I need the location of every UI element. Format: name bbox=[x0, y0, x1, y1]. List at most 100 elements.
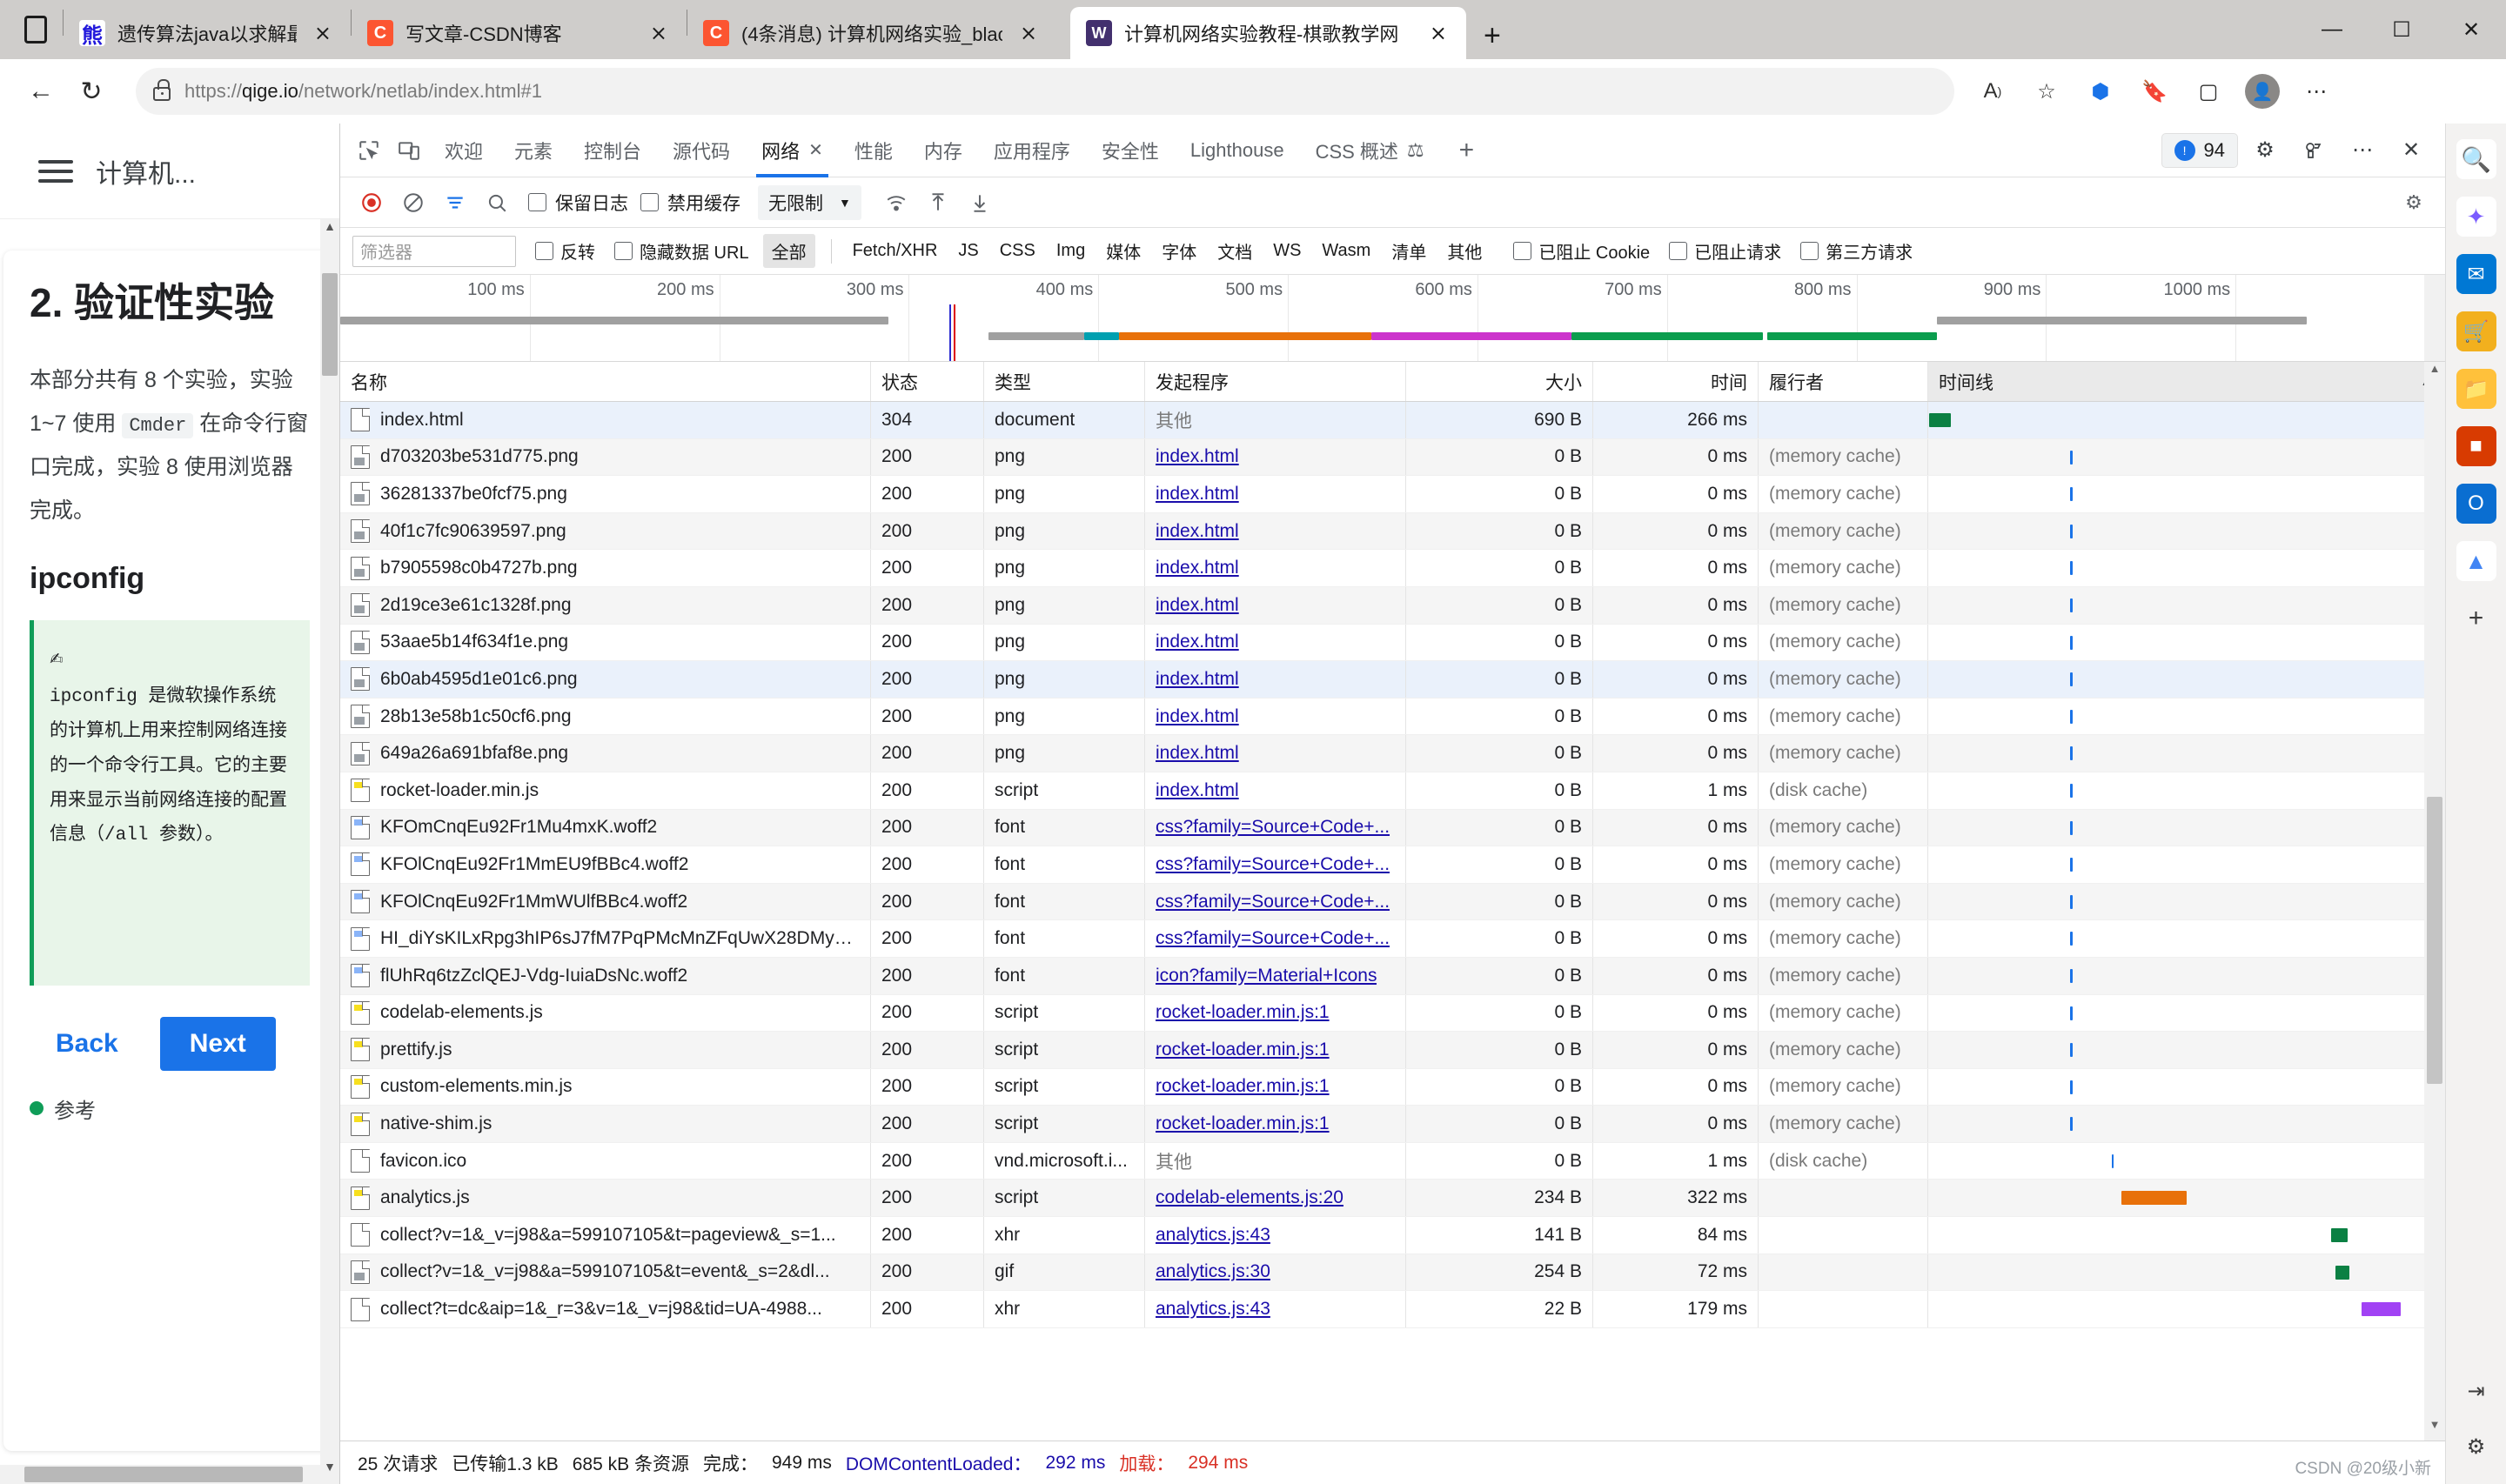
table-vertical-scrollbar[interactable]: ▲ ▼ bbox=[2424, 362, 2445, 1441]
favorites-icon[interactable]: 🔖 bbox=[2130, 67, 2179, 116]
throttle-select[interactable]: 无限制 ▼ bbox=[758, 185, 861, 220]
table-row[interactable]: 649a26a691bfaf8e.png200pngindex.html0 B0… bbox=[340, 735, 2445, 772]
browser-tab-2[interactable]: C 写文章-CSDN博客 × bbox=[352, 7, 687, 59]
window-close-button[interactable]: ✕ bbox=[2436, 0, 2506, 59]
table-row[interactable]: codelab-elements.js200scriptrocket-loade… bbox=[340, 995, 2445, 1033]
page-horizontal-scrollbar[interactable] bbox=[0, 1465, 320, 1484]
table-row[interactable]: collect?v=1&_v=j98&a=599107105&t=event&_… bbox=[340, 1254, 2445, 1292]
url-input[interactable]: https://qige.io/network/netlab/index.htm… bbox=[136, 68, 1954, 115]
tab-css-overview[interactable]: CSS 概述 ⚖ bbox=[1300, 124, 1440, 177]
network-settings-icon[interactable]: ⚙ bbox=[2395, 184, 2433, 222]
tab-application[interactable]: 应用程序 bbox=[978, 124, 1086, 177]
tab-network[interactable]: 网络 ✕ bbox=[746, 124, 839, 177]
table-row[interactable]: 2d19ce3e61c1328f.png200pngindex.html0 B0… bbox=[340, 587, 2445, 625]
invert-checkbox-box[interactable] bbox=[535, 242, 553, 260]
office-icon[interactable]: ■ bbox=[2456, 426, 2496, 466]
page-vertical-scrollbar[interactable]: ▲ ▼ bbox=[320, 219, 339, 1484]
more-panels-button[interactable]: + bbox=[1440, 136, 1494, 165]
tab-sources[interactable]: 源代码 bbox=[657, 124, 746, 177]
table-row[interactable]: collect?t=dc&aip=1&_r=3&v=1&_v=j98&tid=U… bbox=[340, 1291, 2445, 1328]
device-toolbar-icon[interactable] bbox=[389, 130, 429, 170]
table-row[interactable]: flUhRq6tzZclQEJ-Vdg-IuiaDsNc.woff2200fon… bbox=[340, 958, 2445, 995]
network-conditions-icon[interactable] bbox=[877, 184, 915, 222]
settings-gear-icon[interactable]: ⚙ bbox=[2456, 1427, 2496, 1467]
type-filter-font[interactable]: 字体 bbox=[1153, 234, 1205, 268]
type-filter-ws[interactable]: WS bbox=[1264, 237, 1310, 265]
filter-button[interactable] bbox=[436, 184, 474, 222]
record-button[interactable] bbox=[352, 184, 391, 222]
search-button[interactable] bbox=[478, 184, 516, 222]
browser-tab-1-close-icon[interactable]: × bbox=[309, 19, 337, 47]
initiator-link[interactable]: css?family=Source+Code+... bbox=[1156, 892, 1390, 912]
customize-devtools-icon[interactable] bbox=[2292, 129, 2335, 172]
initiator-link[interactable]: index.html bbox=[1156, 780, 1239, 801]
menu-icon[interactable] bbox=[38, 154, 73, 189]
page-hscroll-thumb[interactable] bbox=[24, 1467, 303, 1482]
type-filter-css[interactable]: CSS bbox=[991, 237, 1044, 265]
initiator-link[interactable]: analytics.js:43 bbox=[1156, 1299, 1270, 1320]
minimize-button[interactable]: — bbox=[2297, 0, 2367, 59]
third-party-checkbox-box[interactable] bbox=[1800, 242, 1819, 260]
column-header-name[interactable]: 名称 bbox=[340, 362, 871, 401]
table-row[interactable]: 53aae5b14f634f1e.png200pngindex.html0 B0… bbox=[340, 625, 2445, 662]
issues-badge[interactable]: ! 94 bbox=[2161, 133, 2238, 168]
table-row[interactable]: KFOlCnqEu92Fr1MmEU9fBBc4.woff2200fontcss… bbox=[340, 846, 2445, 884]
hide-data-urls-checkbox-box[interactable] bbox=[614, 242, 633, 260]
import-har-icon[interactable] bbox=[919, 184, 957, 222]
inspect-element-icon[interactable] bbox=[349, 130, 389, 170]
copilot-icon[interactable]: ✦ bbox=[2456, 197, 2496, 237]
table-row[interactable]: index.html304document其他690 B266 ms bbox=[340, 402, 2445, 439]
initiator-link[interactable]: index.html bbox=[1156, 706, 1239, 727]
table-row[interactable]: collect?v=1&_v=j98&a=599107105&t=pagevie… bbox=[340, 1217, 2445, 1254]
settings-gear-icon[interactable]: ⚙ bbox=[2243, 129, 2287, 172]
table-scroll-down-icon[interactable]: ▼ bbox=[2424, 1418, 2445, 1441]
back-button[interactable]: ← bbox=[16, 66, 66, 117]
add-favorite-icon[interactable]: ☆ bbox=[2022, 67, 2071, 116]
table-row[interactable]: KFOmCnqEu92Fr1Mu4mxK.woff2200fontcss?fam… bbox=[340, 810, 2445, 847]
type-filter-media[interactable]: 媒体 bbox=[1097, 234, 1149, 268]
type-filter-other[interactable]: 其他 bbox=[1438, 234, 1491, 268]
column-header-waterfall[interactable]: 时间线 ▲ bbox=[1928, 362, 2445, 401]
initiator-link[interactable]: analytics.js:43 bbox=[1156, 1225, 1270, 1246]
tab-elements[interactable]: 元素 bbox=[499, 124, 568, 177]
third-party-checkbox[interactable]: 第三方请求 bbox=[1800, 238, 1913, 264]
type-filter-js[interactable]: JS bbox=[949, 237, 987, 265]
files-icon[interactable]: 📁 bbox=[2456, 369, 2496, 409]
browser-tab-1[interactable]: 熊 遗传算法java以求解最小值_百度 × bbox=[64, 7, 351, 59]
page-scroll-thumb[interactable] bbox=[322, 273, 338, 376]
tab-console[interactable]: 控制台 bbox=[568, 124, 657, 177]
blocked-requests-checkbox-box[interactable] bbox=[1669, 242, 1687, 260]
table-row[interactable]: rocket-loader.min.js200scriptindex.html0… bbox=[340, 772, 2445, 810]
blocked-cookies-checkbox-box[interactable] bbox=[1513, 242, 1531, 260]
initiator-link[interactable]: analytics.js:30 bbox=[1156, 1261, 1270, 1282]
table-row[interactable]: favicon.ico200vnd.microsoft.i...其他0 B1 m… bbox=[340, 1143, 2445, 1180]
more-options-icon[interactable]: ⋯ bbox=[2341, 129, 2384, 172]
profile-icon[interactable]: 👤 bbox=[2238, 67, 2287, 116]
scroll-up-arrow-icon[interactable]: ▲ bbox=[320, 219, 339, 244]
table-row[interactable]: d703203be531d775.png200pngindex.html0 B0… bbox=[340, 439, 2445, 477]
filter-input[interactable]: 筛选器 bbox=[352, 236, 516, 267]
browser-tab-3[interactable]: C (4条消息) 计算机网络实验_black_ × bbox=[687, 7, 1070, 59]
initiator-link[interactable]: index.html bbox=[1156, 632, 1239, 652]
initiator-link[interactable]: index.html bbox=[1156, 558, 1239, 578]
browser-tab-4-close-icon[interactable]: × bbox=[1424, 19, 1452, 47]
browser-tab-2-close-icon[interactable]: × bbox=[645, 19, 673, 47]
initiator-link[interactable]: css?family=Source+Code+... bbox=[1156, 928, 1390, 949]
scroll-down-arrow-icon[interactable]: ▼ bbox=[320, 1460, 339, 1484]
mail-icon[interactable]: ✉ bbox=[2456, 254, 2496, 294]
type-filter-fetch-xhr[interactable]: Fetch/XHR bbox=[844, 237, 947, 265]
tab-list-button[interactable] bbox=[9, 0, 63, 59]
initiator-link[interactable]: css?family=Source+Code+... bbox=[1156, 854, 1390, 875]
initiator-link[interactable]: rocket-loader.min.js:1 bbox=[1156, 1113, 1330, 1134]
settings-more-icon[interactable]: ⋯ bbox=[2292, 67, 2341, 116]
type-filter-manifest[interactable]: 清单 bbox=[1383, 234, 1435, 268]
disable-cache-checkbox[interactable]: 禁用缓存 bbox=[640, 190, 740, 216]
initiator-link[interactable]: rocket-loader.min.js:1 bbox=[1156, 1039, 1330, 1060]
collections-icon[interactable]: ⬢ bbox=[2076, 67, 2125, 116]
initiator-link[interactable]: rocket-loader.min.js:1 bbox=[1156, 1002, 1330, 1023]
tab-welcome[interactable]: 欢迎 bbox=[429, 124, 499, 177]
initiator-link[interactable]: index.html bbox=[1156, 595, 1239, 616]
back-button-doc[interactable]: Back bbox=[30, 1017, 144, 1071]
hide-data-urls-checkbox[interactable]: 隐藏数据 URL bbox=[614, 238, 749, 264]
browser-essentials-icon[interactable]: ▢ bbox=[2184, 67, 2233, 116]
